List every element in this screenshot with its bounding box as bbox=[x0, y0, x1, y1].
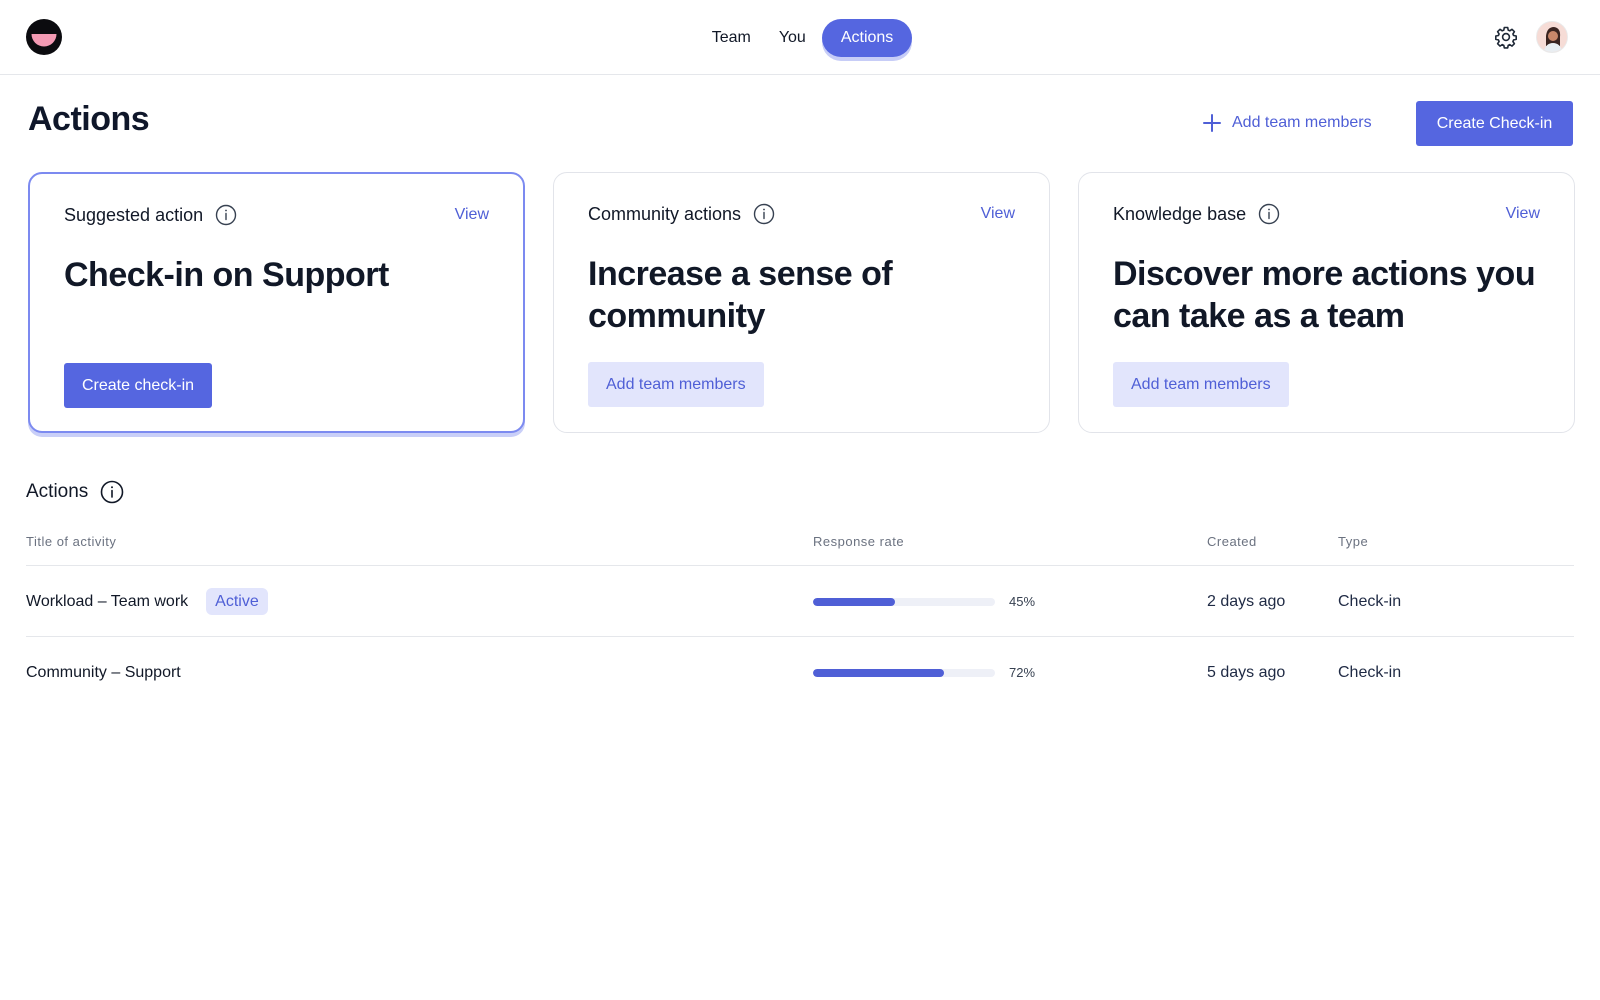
page-title: Actions bbox=[28, 100, 150, 138]
response-rate-value: 45% bbox=[1009, 594, 1036, 609]
type-cell: Check-in bbox=[1338, 663, 1402, 681]
response-rate-cell: 45% bbox=[813, 566, 1035, 637]
section-title-text: Actions bbox=[26, 481, 89, 502]
status-badge: Active bbox=[206, 588, 268, 615]
table-row[interactable]: Workload – Team work Active 45% 2 days a… bbox=[26, 566, 1574, 637]
card-title: Discover more actions you can take as a … bbox=[1113, 255, 1536, 335]
card-label: Community actions bbox=[588, 203, 742, 224]
card-title: Check-in on Support bbox=[64, 256, 389, 294]
view-link[interactable]: View bbox=[1506, 205, 1540, 223]
column-response-rate[interactable]: Response rate bbox=[813, 534, 904, 549]
response-progress-bar bbox=[813, 597, 995, 606]
response-progress-fill bbox=[813, 668, 945, 677]
response-rate-value: 72% bbox=[1009, 665, 1036, 680]
activity-title: Community – Support bbox=[26, 663, 181, 681]
card-label: Knowledge base bbox=[1113, 203, 1247, 224]
card-header: Knowledge base View bbox=[1113, 201, 1540, 227]
activity-title-cell: Community – Support bbox=[26, 637, 181, 708]
response-progress-bar bbox=[813, 668, 995, 677]
nav-tab-you[interactable]: You bbox=[767, 19, 818, 57]
response-rate-cell: 72% bbox=[813, 637, 1035, 708]
suggested-action-card[interactable]: Suggested action View Check-in on Suppor… bbox=[28, 172, 525, 433]
table-header: Title of activity Response rate Created … bbox=[26, 526, 1574, 566]
plus-icon bbox=[1203, 114, 1221, 132]
user-avatar[interactable] bbox=[1536, 21, 1568, 53]
gear-icon[interactable] bbox=[1494, 25, 1518, 49]
add-team-members-card-button[interactable]: Add team members bbox=[1113, 362, 1289, 407]
nav-tab-team[interactable]: Team bbox=[700, 19, 763, 57]
created-cell: 5 days ago bbox=[1207, 663, 1286, 681]
actions-section-title: Actions bbox=[26, 480, 124, 504]
view-link[interactable]: View bbox=[981, 205, 1015, 223]
type-cell: Check-in bbox=[1338, 592, 1402, 610]
add-team-members-card-button[interactable]: Add team members bbox=[588, 362, 764, 407]
card-title: Increase a sense of community bbox=[588, 255, 893, 335]
knowledge-base-card[interactable]: Knowledge base View Discover more action… bbox=[1078, 172, 1575, 433]
activity-title: Workload – Team work bbox=[26, 592, 189, 610]
view-link[interactable]: View bbox=[455, 206, 489, 224]
main-nav: Team You Actions bbox=[0, 19, 1600, 57]
response-progress-fill bbox=[813, 597, 895, 606]
info-icon[interactable] bbox=[100, 480, 124, 504]
info-icon[interactable] bbox=[1258, 203, 1280, 225]
top-bar: Team You Actions bbox=[0, 0, 1600, 75]
created-cell: 2 days ago bbox=[1207, 592, 1286, 610]
actions-table: Title of activity Response rate Created … bbox=[26, 526, 1574, 708]
create-checkin-button[interactable]: Create Check-in bbox=[1416, 101, 1573, 146]
info-icon[interactable] bbox=[215, 204, 237, 226]
add-team-members-link[interactable]: Add team members bbox=[1202, 108, 1372, 138]
column-title-of-activity[interactable]: Title of activity bbox=[26, 534, 116, 549]
nav-tab-actions[interactable]: Actions bbox=[821, 19, 913, 57]
card-header: Community actions View bbox=[588, 201, 1015, 227]
column-type[interactable]: Type bbox=[1338, 534, 1368, 549]
card-label: Suggested action bbox=[64, 204, 204, 225]
column-created[interactable]: Created bbox=[1207, 534, 1257, 549]
card-header: Suggested action View bbox=[64, 202, 489, 228]
activity-title-cell: Workload – Team work Active bbox=[26, 566, 268, 637]
info-icon[interactable] bbox=[753, 203, 775, 225]
community-actions-card[interactable]: Community actions View Increase a sense … bbox=[553, 172, 1050, 433]
create-checkin-card-button[interactable]: Create check-in bbox=[64, 363, 213, 408]
add-team-members-label: Add team members bbox=[1232, 114, 1372, 131]
table-row[interactable]: Community – Support 72% 5 days ago Check… bbox=[26, 637, 1574, 708]
